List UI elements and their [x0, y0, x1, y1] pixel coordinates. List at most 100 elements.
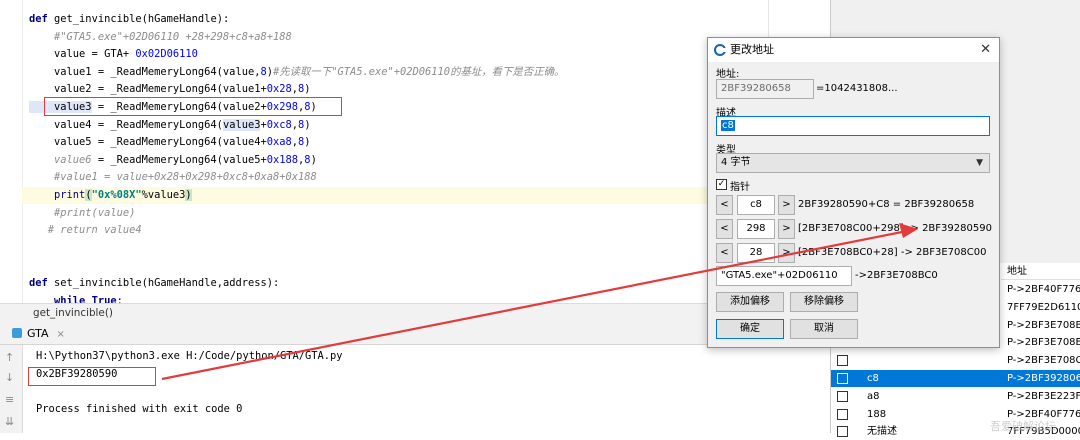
offset-decrement-button[interactable]: < — [716, 195, 733, 215]
offset-result: 2BF39280590+C8 = 2BF39280658 — [798, 199, 975, 210]
close-tab-icon[interactable]: × — [57, 329, 65, 340]
remove-offset-button[interactable]: 移除偏移 — [790, 292, 858, 312]
row-address: P->2BF3E223F — [1007, 390, 1080, 402]
code-token: value6 — [54, 153, 92, 166]
code-token: set_invincible — [54, 277, 142, 289]
cancel-button[interactable]: 取消 — [790, 319, 858, 339]
code-token: 0x02D06110 — [135, 48, 198, 61]
code-token: # return value4 — [29, 224, 142, 237]
offset-decrement-button[interactable]: < — [716, 243, 733, 263]
code-line[interactable]: #print(value) — [29, 205, 135, 222]
code-token: #先读取一下"GTA5.exe"+02D06110的基址，看下是否正确。 — [273, 65, 565, 78]
offset-result: [2BF3E708C00+298] -> 2BF39280590 — [798, 223, 992, 234]
tab-run-gta[interactable]: GTA × — [12, 325, 65, 343]
base-address-field[interactable]: "GTA5.exe"+02D06110 — [716, 266, 852, 286]
description-field[interactable]: c8 — [716, 116, 990, 136]
highlight-box-output — [28, 367, 156, 386]
list-item[interactable]: P->2BF3E708C — [831, 352, 1080, 369]
rerun-up-icon[interactable]: ↑ — [5, 351, 14, 364]
dialog-title: 更改地址 — [730, 43, 774, 56]
code-token: #value1 = value+0x28+0x298+0xc8+0xa8+0x1… — [29, 171, 317, 184]
row-description: c8 — [867, 373, 879, 384]
python-run-icon — [12, 328, 22, 338]
run-tab-bar: GTA × — [0, 322, 830, 345]
address-field[interactable]: 2BF39280658 — [716, 79, 814, 99]
description-selected-text: c8 — [721, 120, 735, 131]
code-token: value5 = _ReadMemeryLong64(value4+ — [29, 136, 267, 149]
ok-button[interactable]: 确定 — [716, 319, 784, 339]
code-line[interactable]: print("0x%08X"%value3) — [29, 187, 192, 204]
row-address: 7FF79E2D6110 — [1007, 301, 1080, 313]
code-token: ) — [304, 118, 311, 131]
run-tab-label: GTA — [27, 327, 49, 340]
address-result: =1042431808... — [816, 83, 898, 94]
add-offset-button[interactable]: 添加偏移 — [716, 292, 784, 312]
code-line[interactable]: #value1 = value+0x28+0x298+0xc8+0xa8+0x1… — [29, 169, 317, 186]
row-address: P->2BF40F776 — [1007, 284, 1080, 295]
base-address-result: ->2BF3E708BC0 — [855, 270, 938, 281]
code-token: value2 = _ReadMemeryLong64(value1+ — [29, 83, 267, 96]
code-token: #print(value) — [29, 206, 136, 219]
offset-increment-button[interactable]: > — [778, 195, 795, 215]
offset-increment-button[interactable]: > — [778, 219, 795, 239]
dialog-titlebar[interactable]: 更改地址 ✕ — [708, 38, 999, 62]
code-editor[interactable]: def get_invincible(hGameHandle): #"GTA5.… — [0, 0, 830, 303]
code-token: (hGameHandle): — [141, 13, 230, 25]
code-token: value1 = _ReadMemeryLong64(value, — [29, 65, 261, 78]
scroll-down-icon[interactable]: ↓ — [5, 371, 14, 384]
row-checkbox[interactable] — [837, 408, 848, 420]
code-token: ) — [185, 189, 192, 201]
row-description: a8 — [867, 390, 880, 402]
run-toolbar: ↑ ↓ ≡ ⇊ — [0, 345, 23, 433]
row-description: 188 — [867, 408, 887, 420]
code-token: while True — [54, 294, 117, 303]
list-item[interactable]: c8 P->2BF392806 — [831, 370, 1080, 387]
close-icon[interactable]: ✕ — [980, 38, 991, 62]
row-checkbox[interactable] — [837, 426, 848, 438]
code-line[interactable]: value6 = _ReadMemeryLong64(value5+0x188,… — [29, 152, 317, 169]
code-line[interactable]: def set_invincible(hGameHandle,address): — [29, 275, 279, 292]
type-select[interactable]: 4 字节 ▼ — [716, 153, 990, 173]
code-line[interactable]: def get_invincible(hGameHandle): — [29, 11, 229, 28]
offset-increment-button[interactable]: > — [778, 243, 795, 263]
row-checkbox[interactable] — [837, 355, 848, 367]
code-line[interactable]: while True: — [29, 293, 123, 303]
run-command-line: H:\Python37\python3.exe H:/Code/python/G… — [36, 350, 343, 362]
offset-decrement-button[interactable]: < — [716, 219, 733, 239]
code-token: #"GTA5.exe"+02D06110 +28+298+c8+a8+188 — [29, 30, 292, 43]
scroll-to-end-icon[interactable]: ⇊ — [5, 415, 14, 428]
offset-field[interactable]: c8 — [737, 195, 775, 215]
code-token: value3 — [222, 118, 261, 131]
code-line[interactable]: value4 = _ReadMemeryLong64(value3+0xc8,8… — [29, 117, 311, 134]
change-address-dialog: 更改地址 ✕ 地址: 2BF39280658 =1042431808... 描述… — [707, 37, 1000, 348]
code-line[interactable]: value5 = _ReadMemeryLong64(value4+0xa8,8… — [29, 134, 311, 151]
offset-field[interactable]: 28 — [737, 243, 775, 263]
code-line[interactable]: value1 = _ReadMemeryLong64(value,8)#先读取一… — [29, 64, 564, 81]
row-checkbox[interactable] — [837, 390, 848, 402]
row-address: P->2BF3E708E — [1007, 337, 1080, 349]
pointer-label: 指针 — [730, 182, 750, 193]
list-item[interactable]: a8 P->2BF3E223F — [831, 388, 1080, 405]
chevron-down-icon: ▼ — [976, 158, 983, 168]
code-token: value = GTA+ — [29, 48, 136, 61]
row-checkbox[interactable] — [837, 373, 848, 384]
offset-field[interactable]: 298 — [737, 219, 775, 239]
code-line[interactable]: value2 = _ReadMemeryLong64(value1+0x28,8… — [29, 81, 311, 98]
type-selected-value: 4 字节 — [721, 157, 751, 168]
breadcrumb[interactable]: get_invincible() — [0, 307, 113, 319]
soft-wrap-icon[interactable]: ≡ — [5, 393, 14, 406]
row-description: 无描述 — [867, 426, 897, 438]
code-line[interactable]: value = GTA+ 0x02D06110 — [29, 46, 198, 63]
code-line[interactable]: # return value4 — [29, 222, 142, 239]
cheat-engine-icon — [714, 44, 726, 56]
column-header-address[interactable]: 地址 — [1001, 263, 1080, 280]
code-token: get_invincible — [54, 13, 142, 25]
code-line[interactable]: #"GTA5.exe"+02D06110 +28+298+c8+a8+188 — [29, 29, 292, 46]
code-token: (hGameHandle,address): — [141, 277, 280, 289]
row-address: P->2BF392806 — [1007, 373, 1080, 384]
pointer-checkbox[interactable]: ✓ — [716, 179, 727, 190]
code-token: 0xa8 — [266, 136, 292, 149]
